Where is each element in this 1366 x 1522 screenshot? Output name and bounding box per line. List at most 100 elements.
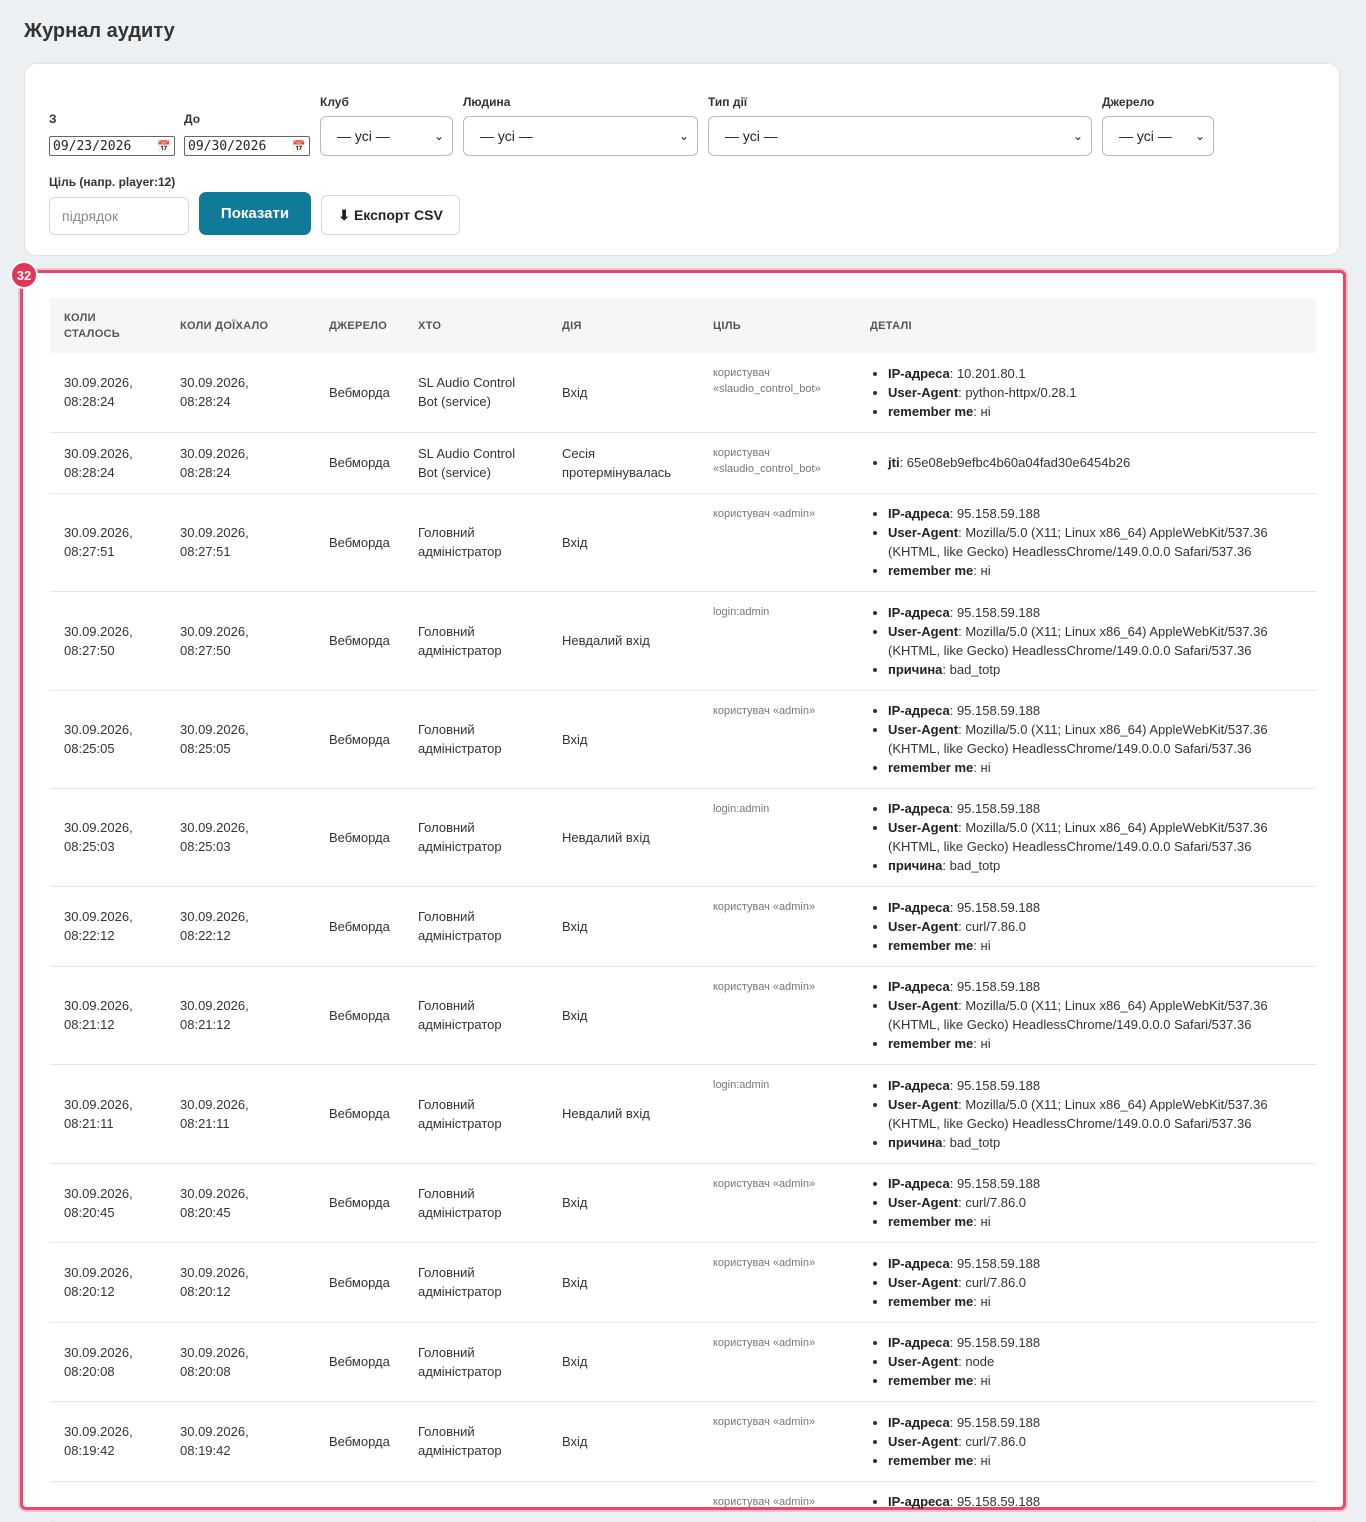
details-item: User-Agent: curl/7.86.0 xyxy=(888,917,1302,936)
details-item: IP-адреса: 95.158.59.188 xyxy=(888,1076,1302,1095)
cell-source: Вебморда xyxy=(315,432,404,494)
details-separator: : xyxy=(949,703,957,718)
header-target[interactable]: Ціль xyxy=(699,298,856,353)
table-row[interactable]: 30.09.2026, 08:20:08 30.09.2026, 08:20:08… xyxy=(50,1322,1316,1402)
table-row[interactable]: 30.09.2026, 08:27:51 30.09.2026, 08:27:51… xyxy=(50,493,1316,592)
details-value: curl/7.86.0 xyxy=(965,1274,1027,1290)
cell-happened: 30.09.2026, 08:28:24 xyxy=(50,353,166,433)
chevron-down-icon: ⌄ xyxy=(433,129,444,143)
calendar-icon[interactable]: 📅 xyxy=(292,140,306,153)
details-list: IP-адреса: 95.158.59.188User-Agent: curl… xyxy=(870,898,1302,955)
details-item: IP-адреса: 10.201.80.1 xyxy=(888,364,1302,383)
table-row[interactable]: 30.09.2026, 08:25:03 30.09.2026, 08:25:03… xyxy=(50,788,1316,887)
export-csv-button[interactable]: ⬇ Експорт CSV xyxy=(321,195,460,235)
table-row[interactable]: 30.09.2026, 08:19:42 30.09.2026, 08:19:42… xyxy=(50,1401,1316,1482)
cell-happened: 30.09.2026, 08:20:08 xyxy=(50,1322,166,1402)
table-row[interactable]: 30.09.2026, 08:21:12 30.09.2026, 08:21:12… xyxy=(50,966,1316,1065)
target-input[interactable]: підрядок xyxy=(49,197,189,235)
cell-target: користувач «slaudio_control_bot» xyxy=(699,353,856,433)
table-row[interactable]: 30.09.2026, 08:28:24 30.09.2026, 08:28:24… xyxy=(50,353,1316,433)
action-type-label: Тип дії xyxy=(708,95,748,109)
details-item: User-Agent: Mozilla/5.0 (X11; Linux x86_… xyxy=(888,1095,1302,1133)
header-source[interactable]: Джерело xyxy=(315,298,404,353)
details-key: remember me xyxy=(888,1373,974,1388)
club-select[interactable]: — усі — ⌄ xyxy=(320,116,453,156)
details-item: User-Agent: curl/7.86.0 xyxy=(888,1432,1302,1451)
details-value: ні xyxy=(980,760,991,775)
cell-arrived: 30.09.2026, 08:25:05 xyxy=(166,690,315,789)
cell-who xyxy=(404,1481,548,1522)
cell-happened: 30.09.2026, 08:19:42 xyxy=(50,1401,166,1482)
club-field: Клуб xyxy=(320,95,349,109)
header-who[interactable]: Хто xyxy=(404,298,548,353)
details-separator: : xyxy=(973,1036,981,1051)
details-item: User-Agent: Mozilla/5.0 (X11; Linux x86_… xyxy=(888,720,1302,758)
cell-arrived: 30.09.2026, 08:20:45 xyxy=(166,1163,315,1243)
cell-source: Вебморда xyxy=(315,591,404,691)
details-item: причина: bad_totp xyxy=(888,1133,1302,1152)
header-action[interactable]: Дія xyxy=(548,298,699,353)
details-key: User-Agent xyxy=(888,1096,959,1112)
details-separator: : xyxy=(949,1255,957,1271)
details-value: 95.158.59.188 xyxy=(956,703,1041,718)
cell-target: користувач «admin» xyxy=(699,1242,856,1323)
person-select[interactable]: — усі — ⌄ xyxy=(463,116,698,156)
table-row[interactable]: 30.09.2026, 08:20:12 30.09.2026, 08:20:12… xyxy=(50,1242,1316,1323)
table-row[interactable]: користувач «admin» IP-адреса: 95.158.59.1… xyxy=(50,1481,1316,1522)
details-separator: : xyxy=(973,1214,981,1229)
details-key: IP-адреса xyxy=(888,1414,950,1430)
audit-table: Коли сталось Коли доїхало Джерело Хто Ді… xyxy=(50,298,1316,1522)
table-row[interactable]: 30.09.2026, 08:27:50 30.09.2026, 08:27:50… xyxy=(50,591,1316,691)
details-separator: : xyxy=(949,1493,957,1509)
details-key: remember me xyxy=(888,1036,974,1051)
details-key: IP-адреса xyxy=(888,1335,950,1350)
source-select[interactable]: — усі — ⌄ xyxy=(1102,116,1214,156)
cell-target: користувач «admin» xyxy=(699,493,856,592)
details-value: 95.158.59.188 xyxy=(956,1493,1041,1509)
cell-who: Головний адміністратор xyxy=(404,886,548,967)
to-date-input[interactable]: 09/30/2026 📅 xyxy=(184,136,310,156)
header-arrived[interactable]: Коли доїхало xyxy=(166,298,315,353)
details-separator: : xyxy=(949,1335,957,1350)
details-separator: : xyxy=(949,1414,957,1430)
details-separator: : xyxy=(973,760,981,775)
details-value: ні xyxy=(980,563,991,578)
table-row[interactable]: 30.09.2026, 08:21:11 30.09.2026, 08:21:11… xyxy=(50,1064,1316,1164)
table-row[interactable]: 30.09.2026, 08:25:05 30.09.2026, 08:25:05… xyxy=(50,690,1316,789)
cell-arrived: 30.09.2026, 08:21:11 xyxy=(166,1064,315,1164)
table-header-row: Коли сталось Коли доїхало Джерело Хто Ді… xyxy=(50,298,1316,353)
details-value: bad_totp xyxy=(949,858,1001,873)
from-label: З xyxy=(49,112,57,126)
header-happened[interactable]: Коли сталось xyxy=(50,298,166,353)
details-key: User-Agent xyxy=(888,998,959,1013)
cell-source: Вебморда xyxy=(315,788,404,887)
details-value: 95.158.59.188 xyxy=(956,506,1041,521)
from-date-input[interactable]: 09/23/2026 📅 xyxy=(49,136,175,156)
action-type-select[interactable]: — усі — ⌄ xyxy=(708,116,1092,156)
cell-action: Вхід xyxy=(548,1401,699,1482)
details-value: curl/7.86.0 xyxy=(965,918,1027,934)
cell-action: Вхід xyxy=(548,1322,699,1402)
details-value: 95.158.59.188 xyxy=(956,1077,1041,1093)
details-separator: : xyxy=(942,661,950,677)
cell-target: користувач «slaudio_control_bot» xyxy=(699,432,856,494)
from-date-value: 09/23/2026 xyxy=(53,138,132,154)
show-button[interactable]: Показати xyxy=(199,192,311,235)
details-value: 95.158.59.188 xyxy=(956,979,1041,994)
table-row[interactable]: 30.09.2026, 08:20:45 30.09.2026, 08:20:45… xyxy=(50,1163,1316,1243)
count-badge: 32 xyxy=(10,261,38,289)
page-title: Журнал аудиту xyxy=(24,20,175,42)
details-key: User-Agent xyxy=(888,820,959,835)
details-item: IP-адреса: 95.158.59.188 xyxy=(888,1333,1302,1352)
table-row[interactable]: 30.09.2026, 08:22:12 30.09.2026, 08:22:12… xyxy=(50,886,1316,967)
calendar-icon[interactable]: 📅 xyxy=(157,140,171,153)
cell-source: Вебморда xyxy=(315,1242,404,1323)
table-row[interactable]: 30.09.2026, 08:28:24 30.09.2026, 08:28:24… xyxy=(50,432,1316,494)
details-value: 95.158.59.188 xyxy=(956,1414,1041,1430)
header-details[interactable]: Деталі xyxy=(856,298,1316,353)
cell-happened: 30.09.2026, 08:28:24 xyxy=(50,432,166,494)
details-key: IP-адреса xyxy=(888,365,950,381)
details-separator: : xyxy=(899,455,907,470)
details-list: IP-адреса: 95.158.59.188User-Agent: Mozi… xyxy=(870,603,1302,679)
source-field: Джерело xyxy=(1102,95,1154,109)
